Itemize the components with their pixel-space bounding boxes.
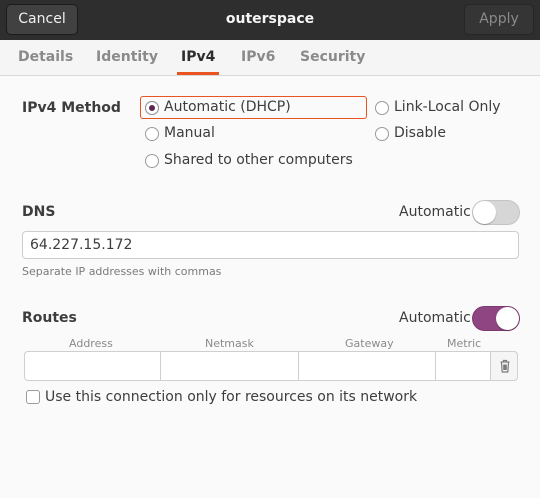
delete-route-button[interactable] [490,351,518,381]
route-metric-input[interactable] [435,351,491,381]
routes-label: Routes [22,310,77,326]
tab-security[interactable]: Security [300,40,365,74]
only-resources-checkbox[interactable] [26,390,40,404]
dns-hint: Separate IP addresses with commas [22,265,222,278]
radio-disable[interactable] [375,127,389,141]
route-address-input[interactable] [24,351,161,381]
radio-link-local-only-label[interactable]: Link-Local Only [394,99,501,115]
dns-automatic-switch[interactable] [472,200,520,225]
apply-button[interactable]: Apply [464,4,534,35]
dialog-title: outerspace [225,11,315,27]
radio-automatic-dhcp[interactable] [145,101,159,115]
network-settings-dialog: Cancel outerspace Apply Details Identity… [0,0,540,498]
tab-identity[interactable]: Identity [96,40,158,74]
radio-shared-label[interactable]: Shared to other computers [164,152,353,168]
dns-automatic-label: Automatic [399,204,471,220]
column-netmask: Netmask [205,337,254,350]
tab-ipv4[interactable]: IPv4 [176,40,220,75]
switch-knob [473,201,496,224]
dns-label: DNS [22,204,56,220]
header-bar: Cancel outerspace Apply [0,0,540,41]
column-gateway: Gateway [345,337,394,350]
column-address: Address [69,337,113,350]
dns-input[interactable]: 64.227.15.172 [22,231,519,259]
routes-automatic-label: Automatic [399,310,471,326]
radio-shared[interactable] [145,154,159,168]
tab-bar: Details Identity IPv4 IPv6 Security [0,40,540,76]
radio-disable-label[interactable]: Disable [394,125,446,141]
tab-ipv6[interactable]: IPv6 [241,40,275,74]
radio-automatic-dhcp-label[interactable]: Automatic (DHCP) [164,99,291,115]
radio-manual[interactable] [145,127,159,141]
trash-icon [500,359,510,373]
ipv4-method-label: IPv4 Method [22,100,121,116]
route-netmask-input[interactable] [160,351,299,381]
column-metric: Metric [447,337,482,350]
switch-knob [496,307,519,330]
only-resources-label[interactable]: Use this connection only for resources o… [45,389,417,405]
routes-automatic-switch[interactable] [472,306,520,331]
radio-manual-label[interactable]: Manual [164,125,215,141]
radio-link-local-only[interactable] [375,101,389,115]
route-gateway-input[interactable] [298,351,436,381]
tab-details[interactable]: Details [18,40,73,74]
